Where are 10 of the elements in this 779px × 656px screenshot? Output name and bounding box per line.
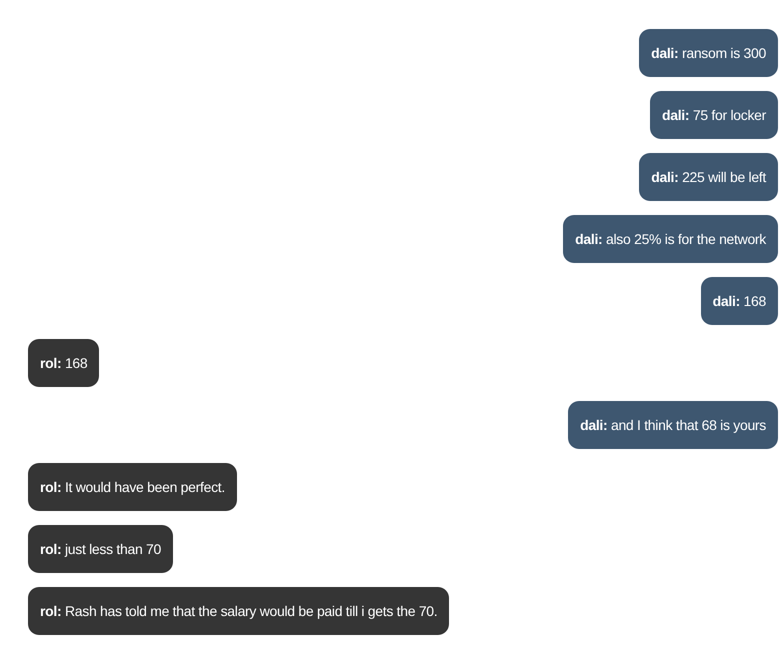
- message-bubble: dali: also 25% is for the network: [563, 215, 778, 263]
- message-bubble: rol: It would have been perfect.: [28, 463, 237, 511]
- message-bubble: rol: 168: [28, 339, 100, 387]
- message-bubble: dali: 168: [700, 277, 778, 325]
- message-bubble: dali: 225 will be left: [639, 153, 778, 201]
- message-bubble: dali: ransom is 300: [639, 29, 778, 77]
- message-bubble: dali: 75 for locker: [650, 91, 778, 139]
- message-bubble: dali: and I think that 68 is yours: [568, 401, 778, 449]
- message-bubble: rol: Rash has told me that the salary would be paid till i gets the 70.: [28, 587, 450, 635]
- message-bubble: rol: just less than 70: [28, 525, 174, 573]
